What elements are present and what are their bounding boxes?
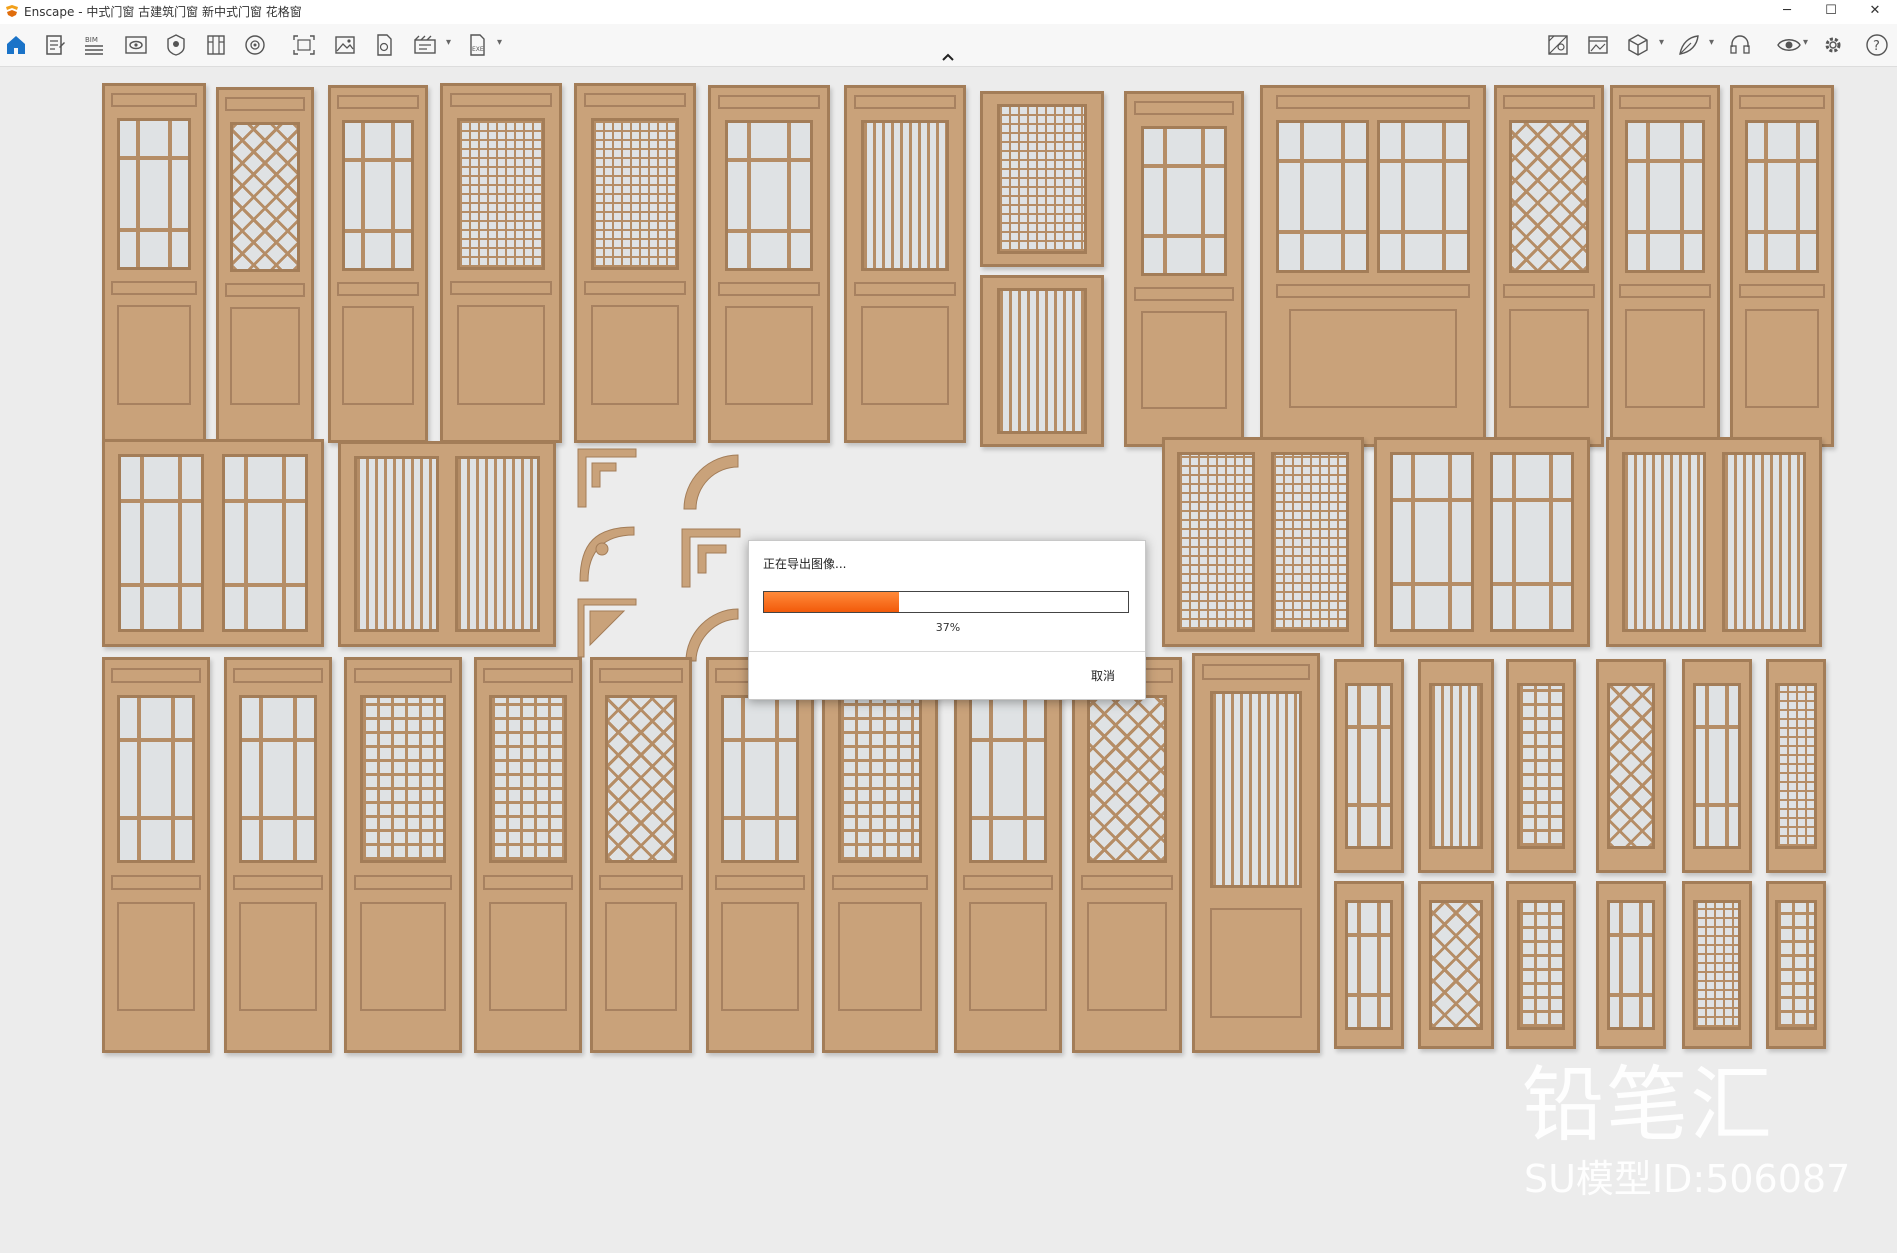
window-model [1334,881,1404,1049]
document-icon[interactable] [43,33,67,57]
door-model [574,83,696,443]
door-model [844,85,966,443]
door-model [1260,85,1486,447]
door-model [102,83,206,443]
door-model [1192,653,1320,1053]
minimize-button[interactable]: ─ [1765,0,1809,24]
chevron-down-icon[interactable]: ▾ [446,36,456,50]
view-icon[interactable] [164,33,188,57]
door-model [708,85,830,443]
window-model [1418,881,1494,1049]
door-model [1610,85,1720,447]
title-bar: Enscape - 中式门窗 古建筑门窗 新中式门窗 花格窗 ─ ☐ ✕ [0,0,1897,25]
capture-icon[interactable] [292,33,316,57]
close-button[interactable]: ✕ [1853,0,1897,24]
door-model [224,657,332,1053]
brand-watermark: 铅笔汇 [1522,1058,1775,1153]
ornament-corner [577,598,637,658]
window-model [338,441,556,647]
settings-icon[interactable] [1821,33,1845,57]
door-model [102,657,210,1053]
window-model [1682,881,1752,1049]
door-model [344,657,462,1053]
leaf-icon[interactable] [1677,33,1701,57]
ornament-corner [685,608,739,662]
door-model [706,657,814,1053]
door-model [590,657,692,1053]
collapse-toolbar-icon[interactable] [940,51,956,63]
dialog-divider [749,651,1145,652]
door-model [1124,91,1244,447]
maximize-button[interactable]: ☐ [1809,0,1853,24]
dialog-title: 正在导出图像... [763,557,847,571]
file-icon[interactable] [372,33,396,57]
export-progress-dialog: 正在导出图像... 37% 取消 [748,540,1146,700]
door-model [822,657,938,1053]
cancel-button[interactable]: 取消 [1091,667,1115,684]
window-model [1596,659,1666,873]
gallery-icon[interactable] [1586,33,1610,57]
progress-fill [764,592,899,612]
visibility-icon[interactable] [1777,33,1801,57]
help-icon[interactable]: ? [1865,33,1889,57]
chevron-down-icon[interactable]: ▾ [497,36,507,50]
door-model [1072,657,1182,1053]
window-model [1766,659,1826,873]
window-model [1766,881,1826,1049]
door-model [328,85,428,443]
svg-text:BIM: BIM [85,36,98,44]
door-model [954,657,1062,1053]
export-icon[interactable]: EXE [465,33,489,57]
headset-icon[interactable] [1728,33,1752,57]
sphere-icon[interactable] [243,33,267,57]
svg-text:EXE: EXE [472,46,484,53]
window-model [1334,659,1404,873]
window-model [1596,881,1666,1049]
video-icon[interactable] [413,33,437,57]
window-model [1162,437,1364,647]
ornament-corner [579,526,635,582]
window-model [102,439,324,647]
window-title: Enscape - 中式门窗 古建筑门窗 新中式门窗 花格窗 [24,5,302,19]
window-model [1418,659,1494,873]
window-model [1374,437,1590,647]
image-icon[interactable] [333,33,357,57]
chevron-down-icon[interactable]: ▾ [1709,36,1719,50]
door-model [216,87,314,443]
cube-icon[interactable] [1626,33,1650,57]
ornament-corner [683,454,739,510]
window-model [1606,437,1822,647]
progress-bar [763,591,1129,613]
eye-frame-icon[interactable] [124,33,148,57]
model-id-watermark: SU模型ID:506087 [1524,1157,1851,1201]
ornament-corner [681,528,741,588]
door-model [440,83,562,443]
door-model [1730,85,1834,447]
bim-icon[interactable]: BIM [82,33,106,57]
window-model [980,91,1104,267]
window-model [1506,881,1576,1049]
ornament-corner [577,448,637,508]
chevron-down-icon[interactable]: ▾ [1659,36,1669,50]
door-model [1494,85,1604,447]
window-model [1682,659,1752,873]
enscape-logo-icon [6,5,18,17]
svg-text:?: ? [1873,39,1880,54]
map-icon[interactable] [1546,33,1570,57]
chevron-down-icon[interactable]: ▾ [1803,36,1813,50]
home-icon[interactable] [4,33,28,57]
window-model [1506,659,1576,873]
door-model [474,657,582,1053]
window-model [980,275,1104,447]
progress-percent: 37% [935,621,961,634]
panel-icon[interactable] [204,33,228,57]
